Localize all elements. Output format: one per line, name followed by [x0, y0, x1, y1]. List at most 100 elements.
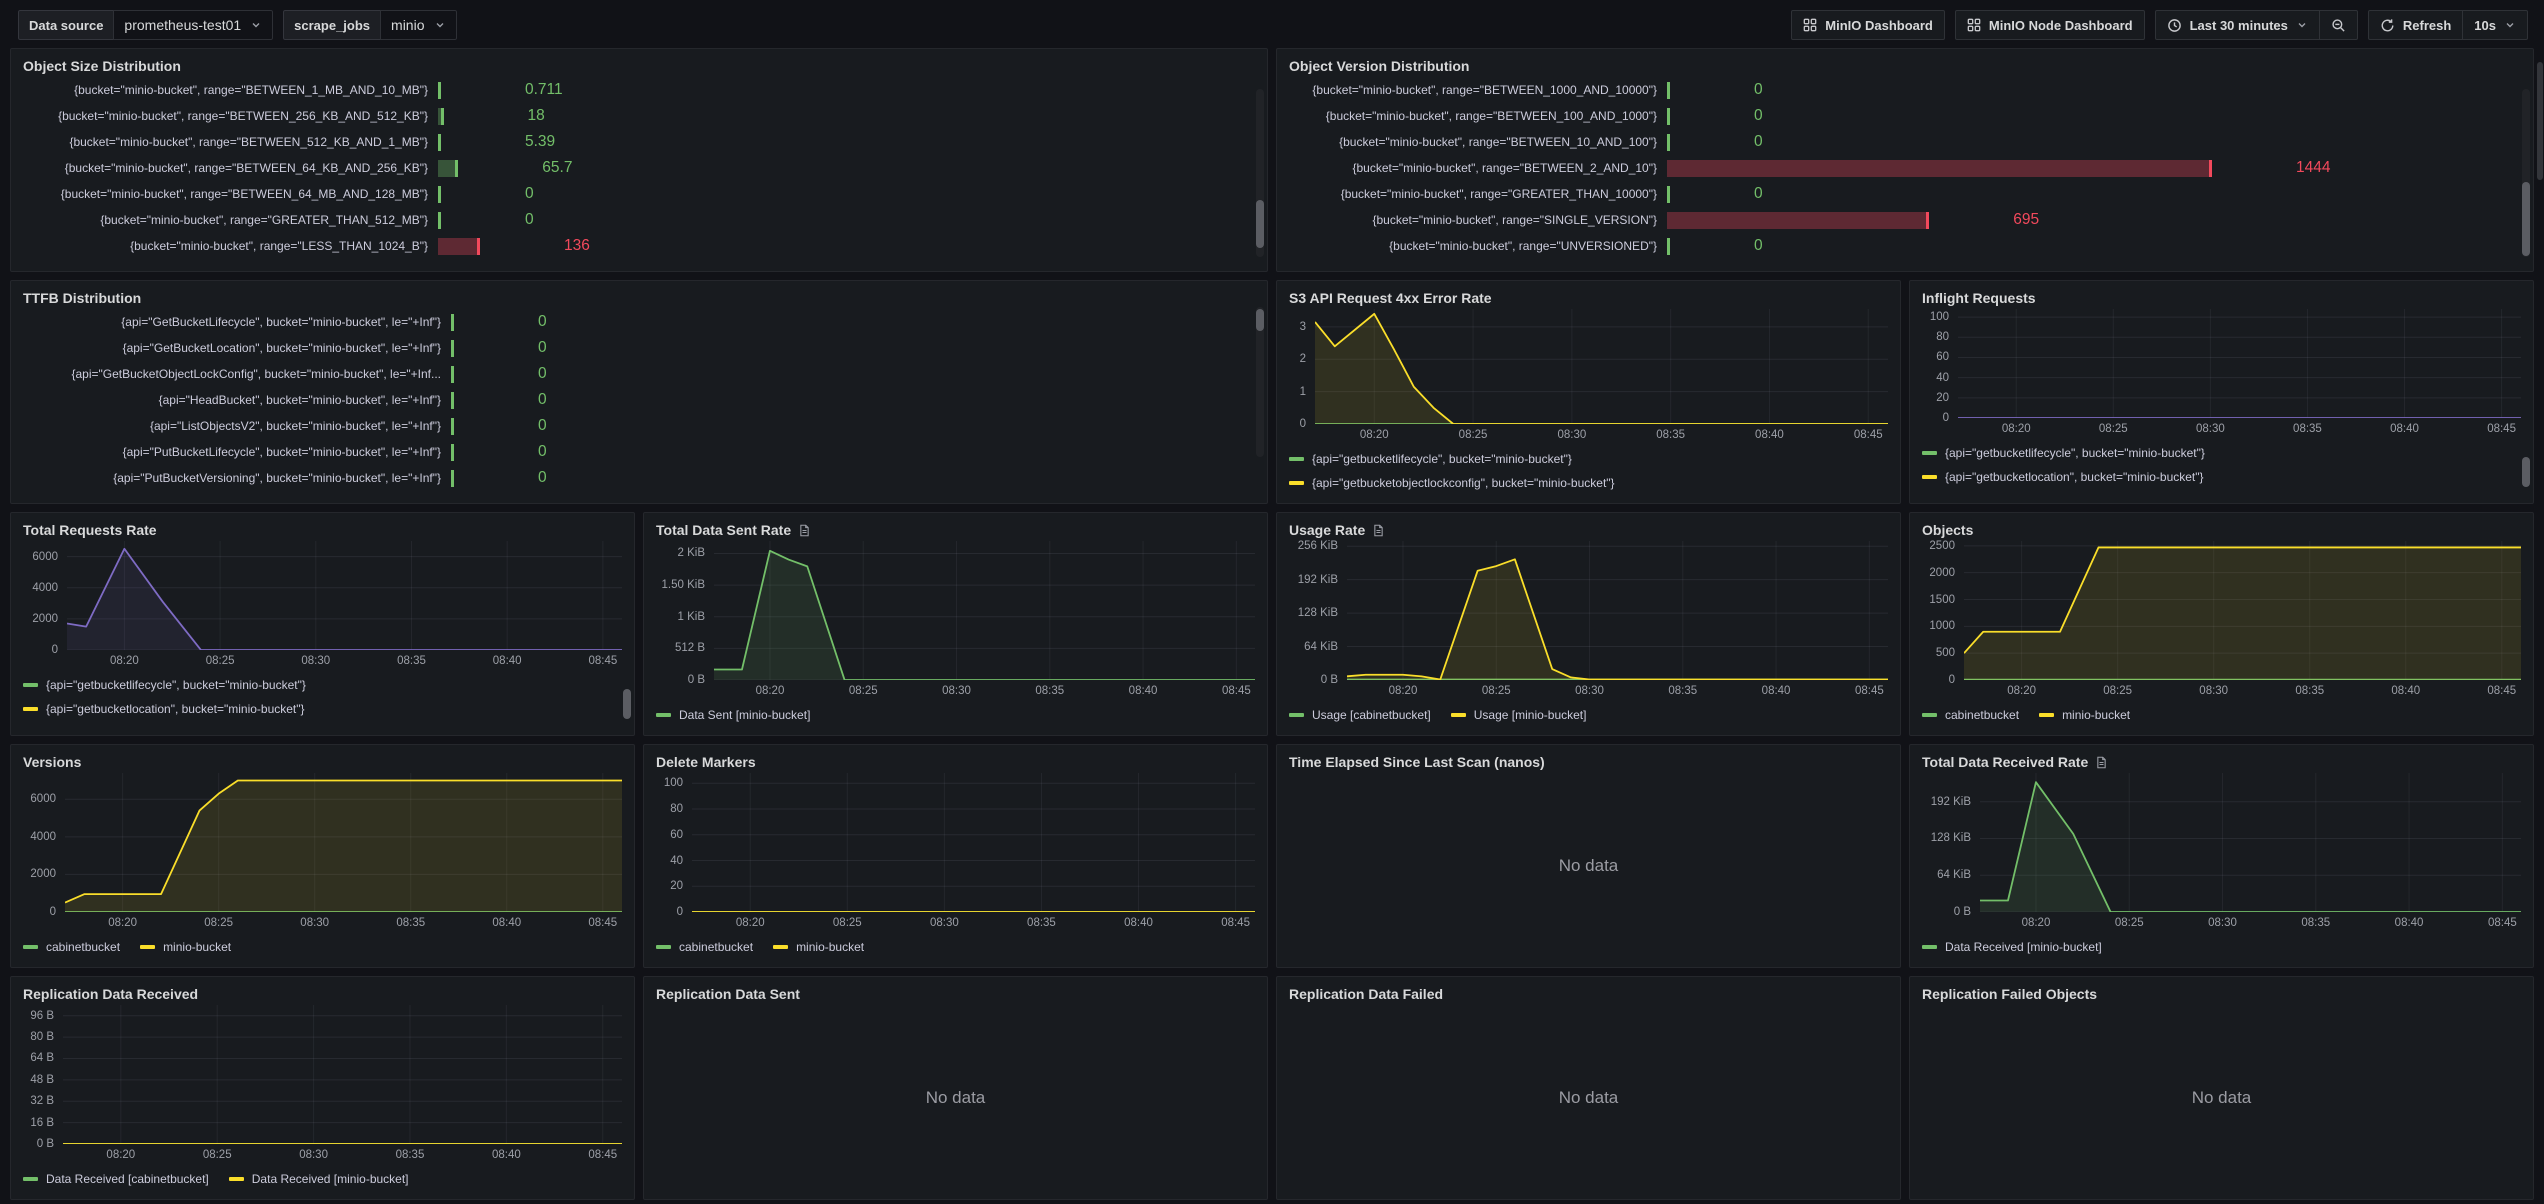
legend-item[interactable]: {api="getbucketlocation", bucket="minio-…	[23, 702, 305, 716]
legend-row: Data Sent [minio-bucket]	[656, 703, 1255, 727]
legend-item[interactable]: {api="getbucketlifecycle", bucket="minio…	[23, 678, 306, 692]
chevron-down-icon	[2504, 19, 2516, 31]
legend-item[interactable]: minio-bucket	[773, 940, 864, 954]
panel-header[interactable]: Replication Data Received	[23, 983, 622, 1005]
refresh-interval-picker[interactable]: 10s	[2463, 10, 2528, 40]
x-axis-tick-label: 08:35	[2301, 917, 2330, 929]
legend-item[interactable]: {api="getbucketlifecycle", bucket="minio…	[1922, 494, 2205, 495]
time-range-picker[interactable]: Last 30 minutes	[2155, 10, 2320, 40]
legend-item[interactable]: {api="getbucketlifecycle", bucket="minio…	[1922, 446, 2205, 460]
panel-header[interactable]: Versions	[23, 751, 622, 773]
x-axis-tick-label: 08:45	[588, 917, 617, 929]
y-axis-tick-label: 60	[1936, 351, 1949, 363]
y-axis-tick-label: 0	[677, 906, 683, 918]
bar-gauge-zone: 0	[451, 314, 1255, 331]
variable-scrape-jobs-select[interactable]: minio	[380, 10, 456, 40]
panel-title: Total Data Sent Rate	[656, 519, 791, 541]
bar-gauge-value: 136	[564, 237, 590, 255]
panel-scrollbar-thumb[interactable]	[1256, 309, 1264, 331]
x-axis-tick-label: 08:30	[1557, 429, 1586, 441]
panel-header[interactable]: Total Requests Rate	[23, 519, 622, 541]
legend-item[interactable]: Data Sent [minio-bucket]	[656, 708, 810, 722]
panel-scrollbar-thumb[interactable]	[2522, 182, 2530, 256]
x-axis-tick-label: 08:45	[2488, 917, 2517, 929]
legend-item[interactable]: Usage [minio-bucket]	[1451, 708, 1587, 722]
y-axis-tick-label: 128 KiB	[1298, 607, 1338, 619]
x-axis: 08:2008:2508:3008:3508:4008:45	[65, 912, 622, 933]
zoom-out-time-button[interactable]	[2320, 10, 2358, 40]
bar-gauge-row: {api="PutBucketVersioning", bucket="mini…	[23, 465, 1255, 491]
y-axis-tick-label: 32 B	[30, 1095, 54, 1107]
legend-item[interactable]: minio-bucket	[140, 940, 231, 954]
panel-title: S3 API Request 4xx Error Rate	[1289, 287, 1492, 309]
x-axis-tick-label: 08:30	[299, 1149, 328, 1161]
panel-header[interactable]: Usage Rate	[1289, 519, 1888, 541]
bar-gauge-value: 0	[538, 443, 547, 461]
panel-header[interactable]: Replication Failed Objects	[1922, 983, 2521, 1005]
panel-header[interactable]: Time Elapsed Since Last Scan (nanos)	[1289, 751, 1888, 773]
panel-header[interactable]: TTFB Distribution	[23, 287, 1255, 309]
panel-header[interactable]: Inflight Requests	[1922, 287, 2521, 309]
legend-item[interactable]: {api="getbucketlifecycle", bucket="minio…	[1289, 452, 1572, 466]
panel-header[interactable]: Delete Markers	[656, 751, 1255, 773]
panel-header[interactable]: Replication Data Sent	[656, 983, 1255, 1005]
refresh-button[interactable]: Refresh	[2368, 10, 2463, 40]
bar-gauge-row: {api="ListObjectsV2", bucket="minio-buck…	[23, 413, 1255, 439]
panel-description-icon[interactable]	[1372, 524, 1385, 537]
minio-node-dashboard-link[interactable]: MinIO Node Dashboard	[1955, 10, 2145, 40]
panel-header[interactable]: Replication Data Failed	[1289, 983, 1888, 1005]
minio-dashboard-link[interactable]: MinIO Dashboard	[1791, 10, 1945, 40]
bar-gauge-value: 695	[2013, 211, 2039, 229]
panel-header[interactable]: Objects	[1922, 519, 2521, 541]
variable-datasource-value: prometheus-test01	[124, 17, 241, 33]
panel-scrollbar-thumb[interactable]	[1256, 200, 1264, 248]
panel-header[interactable]: Object Version Distribution	[1289, 55, 2521, 77]
panel-description-icon[interactable]	[2095, 756, 2108, 769]
y-axis-tick-label: 80 B	[30, 1031, 54, 1043]
panel-title: Object Size Distribution	[23, 55, 181, 77]
x-axis: 08:2008:2508:3008:3508:4008:45	[67, 650, 622, 671]
legend-scrollbar-thumb[interactable]	[2522, 457, 2530, 487]
panel-description-icon[interactable]	[798, 524, 811, 537]
bar-gauge-row: {api="PutBucketLifecycle", bucket="minio…	[23, 439, 1255, 465]
legend-item[interactable]: Usage [cabinetbucket]	[1289, 708, 1431, 722]
bar-gauge-label: {api="PutBucketLifecycle", bucket="minio…	[23, 445, 451, 459]
bar-gauge-zone: 0.711	[438, 82, 1255, 99]
x-axis-tick-label: 08:35	[1668, 685, 1697, 697]
bar-gauge-bar	[1667, 212, 1929, 229]
variable-datasource: Data source prometheus-test01	[18, 10, 273, 40]
legend-item[interactable]: minio-bucket	[2039, 708, 2130, 722]
bar-gauge-value: 0	[1754, 133, 1763, 151]
dashboard-grid: Object Size Distribution {bucket="minio-…	[0, 44, 2544, 1204]
panel-header[interactable]: Object Size Distribution	[23, 55, 1255, 77]
y-axis-tick-label: 192 KiB	[1931, 796, 1971, 808]
legend-item[interactable]: {api="getbucketlocation", bucket="minio-…	[1922, 470, 2204, 484]
legend-item[interactable]: Data Received [cabinetbucket]	[23, 1172, 209, 1186]
panel-replication-data-received: Replication Data Received 0 B16 B32 B48 …	[10, 976, 635, 1200]
legend-item[interactable]: Data Received [minio-bucket]	[229, 1172, 409, 1186]
panel-title: Objects	[1922, 519, 1973, 541]
y-axis-tick-label: 2	[1300, 353, 1306, 365]
y-axis-tick-label: 1.50 KiB	[662, 579, 705, 591]
legend-item[interactable]: {api="getbucketobjectlockconfig", bucket…	[1289, 476, 1615, 490]
x-axis: 08:2008:2508:3008:3508:4008:45	[692, 912, 1255, 933]
panel-total-data-sent-rate: Total Data Sent Rate 0 B512 B1 KiB1.50 K…	[643, 512, 1268, 736]
legend-item[interactable]: cabinetbucket	[1922, 708, 2019, 722]
plot-area	[714, 541, 1255, 680]
time-series-svg	[1964, 541, 2521, 680]
bar-gauge-row: {api="GetBucketLifecycle", bucket="minio…	[23, 309, 1255, 335]
legend-item[interactable]: Data Received [minio-bucket]	[1922, 940, 2102, 954]
panel-header[interactable]: Total Data Sent Rate	[656, 519, 1255, 541]
legend-swatch	[140, 945, 155, 949]
bar-gauge-label: {api="PutBucketVersioning", bucket="mini…	[23, 471, 451, 485]
variable-datasource-select[interactable]: prometheus-test01	[113, 10, 273, 40]
panel-header[interactable]: Total Data Received Rate	[1922, 751, 2521, 773]
bar-gauge-zone: 0	[1667, 238, 2521, 255]
legend-item[interactable]: cabinetbucket	[656, 940, 753, 954]
legend-scrollbar-thumb[interactable]	[623, 689, 631, 719]
panel-header[interactable]: S3 API Request 4xx Error Rate	[1289, 287, 1888, 309]
legend-item[interactable]: {api="getbucketlifecycle", bucket="minio…	[23, 726, 306, 727]
plot-area	[63, 1005, 622, 1144]
page-scrollbar-thumb[interactable]	[2537, 62, 2543, 180]
legend-item[interactable]: cabinetbucket	[23, 940, 120, 954]
